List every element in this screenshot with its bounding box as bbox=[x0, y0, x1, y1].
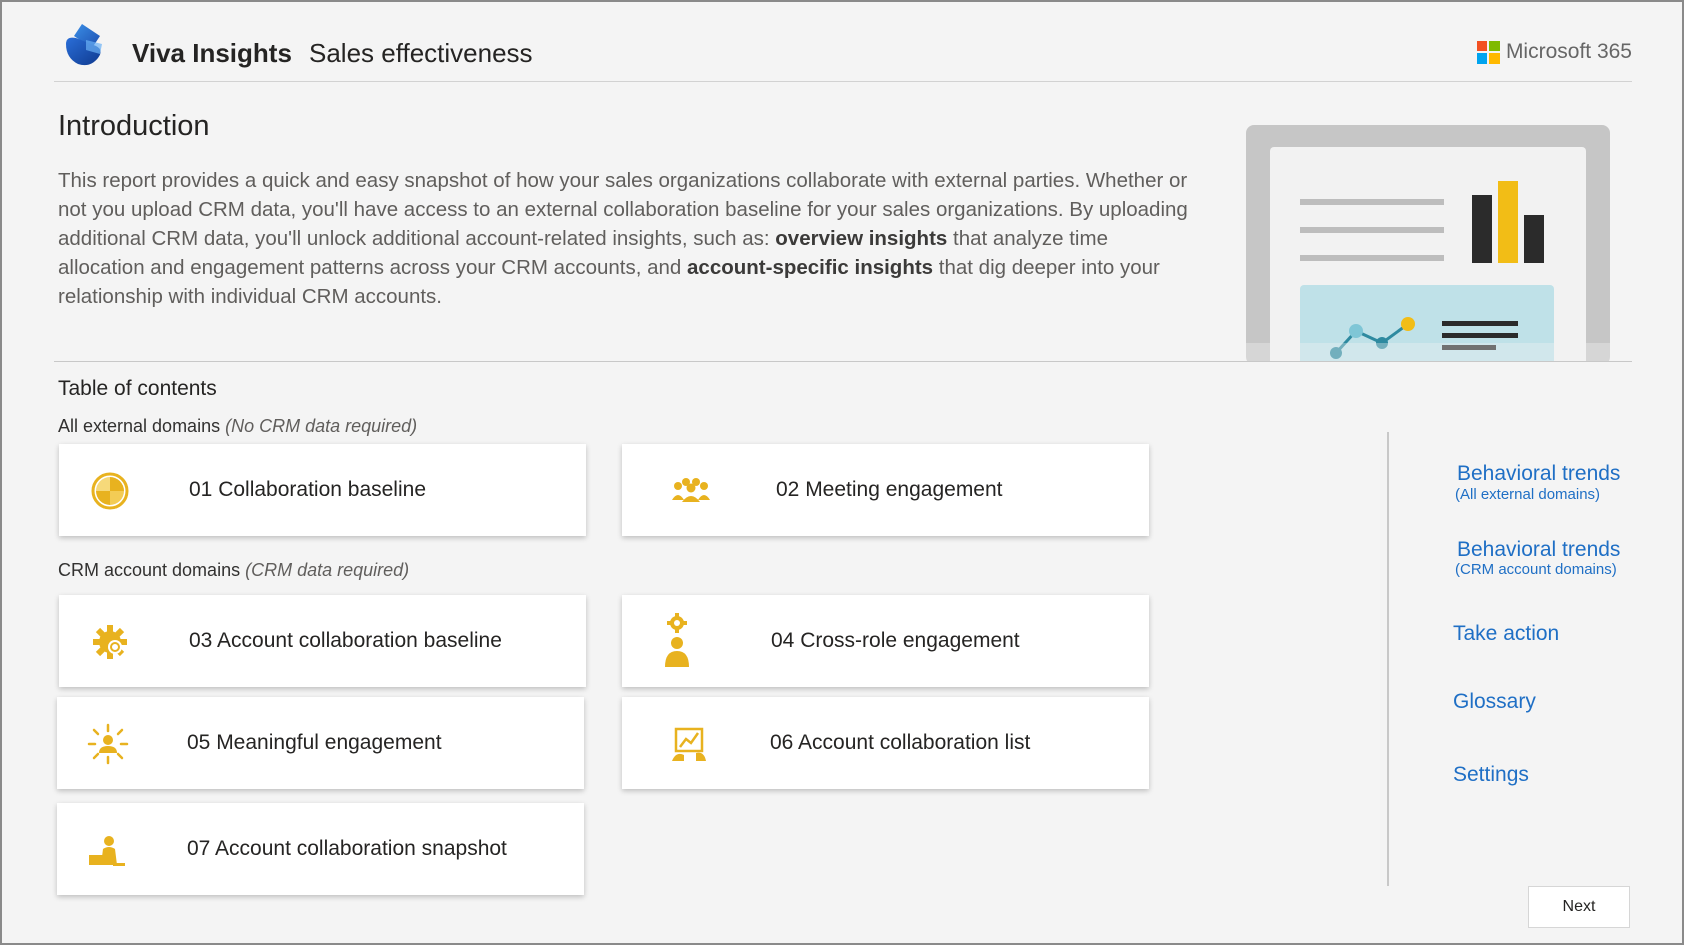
card-meaningful-engagement[interactable]: 05 Meaningful engagement bbox=[57, 697, 584, 789]
brand-text: Microsoft 365 bbox=[1505, 40, 1632, 63]
report-illustration-icon bbox=[1246, 125, 1610, 361]
app-title: Viva Insights bbox=[132, 38, 292, 68]
link-behavioral-trends-crm[interactable]: Behavioral trends bbox=[1457, 538, 1620, 562]
microsoft-365-brand: Microsoft 365 bbox=[1476, 40, 1632, 64]
link-behavioral-trends-all-sub[interactable]: (All external domains) bbox=[1455, 486, 1600, 503]
card-label: 04 Cross-role engagement bbox=[771, 629, 1020, 652]
viva-insights-logo-icon bbox=[66, 24, 102, 66]
microsoft-logo-icon bbox=[1476, 40, 1500, 64]
card-label: 05 Meaningful engagement bbox=[187, 731, 442, 754]
chart-list-icon bbox=[672, 727, 706, 761]
intro-divider bbox=[54, 361, 1632, 362]
link-behavioral-trends-all[interactable]: Behavioral trends bbox=[1457, 462, 1620, 486]
card-label: 03 Account collaboration baseline bbox=[189, 629, 502, 652]
gear-icon bbox=[93, 625, 127, 659]
pie-chart-icon bbox=[91, 472, 129, 510]
card-label: 02 Meeting engagement bbox=[776, 478, 1003, 501]
person-desk-icon bbox=[89, 836, 125, 866]
report-name: Sales effectiveness bbox=[309, 38, 533, 68]
card-label: 01 Collaboration baseline bbox=[189, 478, 426, 501]
group-crm-account-domains: CRM account domains (CRM data required) bbox=[58, 560, 410, 580]
header: Viva Insights Sales effectiveness Micros… bbox=[54, 14, 1632, 82]
group-all-external-domains: All external domains (No CRM data requir… bbox=[58, 416, 418, 436]
link-behavioral-trends-crm-sub[interactable]: (CRM account domains) bbox=[1455, 561, 1617, 578]
header-divider bbox=[54, 81, 1632, 82]
link-take-action[interactable]: Take action bbox=[1453, 622, 1559, 646]
next-button[interactable]: Next bbox=[1528, 886, 1630, 928]
card-cross-role-engagement[interactable]: 04 Cross-role engagement bbox=[622, 595, 1149, 687]
toc-title: Table of contents bbox=[58, 377, 217, 400]
person-gear-icon bbox=[665, 613, 689, 667]
intro-title: Introduction bbox=[58, 110, 210, 142]
link-glossary[interactable]: Glossary bbox=[1453, 690, 1536, 714]
card-account-collaboration-snapshot[interactable]: 07 Account collaboration snapshot bbox=[57, 803, 584, 895]
card-account-collaboration-baseline[interactable]: 03 Account collaboration baseline bbox=[59, 595, 586, 687]
card-meeting-engagement[interactable]: 02 Meeting engagement bbox=[622, 444, 1149, 536]
bold-overview-insights: overview insights bbox=[775, 227, 948, 250]
card-label: 06 Account collaboration list bbox=[770, 731, 1031, 754]
intro-paragraph: This report provides a quick and easy sn… bbox=[58, 169, 1188, 308]
bold-account-specific-insights: account-specific insights bbox=[687, 256, 934, 279]
people-group-icon bbox=[672, 478, 710, 502]
card-collaboration-baseline[interactable]: 01 Collaboration baseline bbox=[59, 444, 586, 536]
nav-divider bbox=[1387, 432, 1389, 886]
person-radiate-icon bbox=[87, 723, 129, 765]
card-account-collaboration-list[interactable]: 06 Account collaboration list bbox=[622, 697, 1149, 789]
card-label: 07 Account collaboration snapshot bbox=[187, 837, 507, 860]
link-settings[interactable]: Settings bbox=[1453, 763, 1529, 787]
